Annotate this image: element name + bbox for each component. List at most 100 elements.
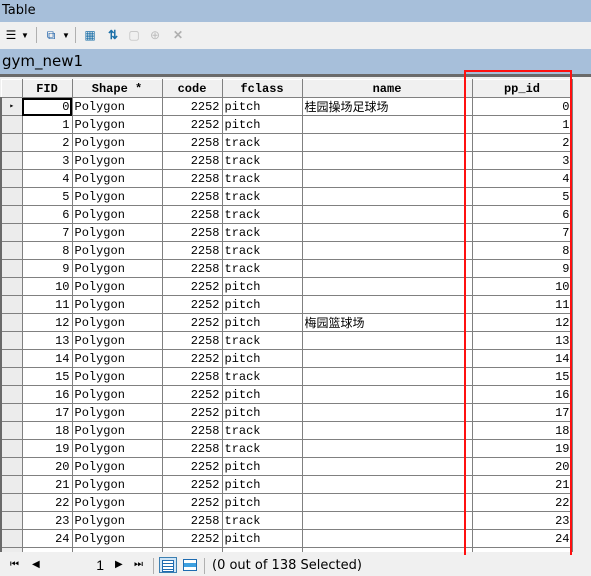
- cell-code[interactable]: 2258: [161, 259, 223, 278]
- cell-code[interactable]: 2252: [161, 313, 223, 332]
- cell-fid[interactable]: 8: [21, 241, 73, 260]
- row-selector[interactable]: [0, 511, 23, 530]
- cell-fclass[interactable]: track: [221, 223, 303, 242]
- row-selector[interactable]: [0, 133, 23, 152]
- cell-code[interactable]: 2258: [161, 205, 223, 224]
- previous-record-button[interactable]: ◀: [32, 559, 40, 570]
- row-selector[interactable]: [0, 403, 23, 422]
- row-selector[interactable]: [0, 529, 23, 548]
- cell-code[interactable]: 2258: [161, 223, 223, 242]
- cell-name[interactable]: [301, 223, 473, 242]
- table-row[interactable]: 23 Polygon 2258 track 23: [0, 511, 573, 530]
- cell-fclass[interactable]: track: [221, 205, 303, 224]
- row-selector[interactable]: [0, 475, 23, 494]
- cell-fclass[interactable]: track: [221, 187, 303, 206]
- column-header-fid[interactable]: FID: [21, 79, 73, 98]
- column-header-fclass[interactable]: fclass: [221, 79, 303, 98]
- row-selector[interactable]: [0, 241, 23, 260]
- row-selector[interactable]: [0, 295, 23, 314]
- cell-pp-id[interactable]: 2: [471, 133, 573, 152]
- cell-shape[interactable]: Polygon: [71, 187, 163, 206]
- cell-code[interactable]: 2252: [161, 385, 223, 404]
- row-selector[interactable]: [0, 259, 23, 278]
- cell-fclass[interactable]: pitch: [221, 475, 303, 494]
- cell-shape[interactable]: Polygon: [71, 259, 163, 278]
- cell-code[interactable]: 2252: [161, 475, 223, 494]
- cell-pp-id[interactable]: 10: [471, 277, 573, 296]
- cell-shape[interactable]: Polygon: [71, 457, 163, 476]
- cell-fclass[interactable]: pitch: [221, 97, 303, 116]
- cell-fclass[interactable]: pitch: [221, 295, 303, 314]
- cell-pp-id[interactable]: 11: [471, 295, 573, 314]
- cell-fclass[interactable]: pitch: [221, 493, 303, 512]
- cell-name[interactable]: [301, 295, 473, 314]
- row-selector[interactable]: [0, 493, 23, 512]
- cell-code[interactable]: 2252: [161, 97, 223, 116]
- column-header-shape[interactable]: Shape *: [71, 79, 163, 98]
- cell-name[interactable]: [301, 367, 473, 386]
- cell-name[interactable]: [301, 277, 473, 296]
- cell-fid[interactable]: 14: [21, 349, 73, 368]
- cell-pp-id[interactable]: 19: [471, 439, 573, 458]
- cell-shape[interactable]: Polygon: [71, 241, 163, 260]
- cell-code[interactable]: 2252: [161, 529, 223, 548]
- cell-code[interactable]: 2258: [161, 421, 223, 440]
- table-row[interactable]: 21 Polygon 2252 pitch 21: [0, 475, 573, 494]
- cell-fclass[interactable]: pitch: [221, 277, 303, 296]
- cell-name[interactable]: 梅园篮球场: [301, 313, 473, 332]
- cell-shape[interactable]: Polygon: [71, 421, 163, 440]
- row-selector[interactable]: [0, 421, 23, 440]
- cell-pp-id[interactable]: 23: [471, 511, 573, 530]
- cell-pp-id[interactable]: 12: [471, 313, 573, 332]
- cell-fclass[interactable]: pitch: [221, 385, 303, 404]
- column-header-code[interactable]: code: [161, 79, 223, 98]
- cell-pp-id[interactable]: 7: [471, 223, 573, 242]
- table-row[interactable]: 22 Polygon 2252 pitch 22: [0, 493, 573, 512]
- cell-name[interactable]: [301, 241, 473, 260]
- last-record-button[interactable]: ⏭: [134, 559, 143, 570]
- table-row[interactable]: 13 Polygon 2258 track 13: [0, 331, 573, 350]
- cell-shape[interactable]: Polygon: [71, 367, 163, 386]
- cell-pp-id[interactable]: 21: [471, 475, 573, 494]
- cell-fid[interactable]: 0: [21, 97, 73, 116]
- table-row[interactable]: 18 Polygon 2258 track 18: [0, 421, 573, 440]
- row-selector[interactable]: [0, 313, 23, 332]
- row-selector[interactable]: [0, 385, 23, 404]
- column-header-pp-id[interactable]: pp_id: [471, 79, 573, 98]
- cell-fclass[interactable]: track: [221, 169, 303, 188]
- cell-name[interactable]: [301, 187, 473, 206]
- cell-pp-id[interactable]: 15: [471, 367, 573, 386]
- cell-shape[interactable]: Polygon: [71, 295, 163, 314]
- cell-pp-id[interactable]: 3: [471, 151, 573, 170]
- cell-fclass[interactable]: pitch: [221, 403, 303, 422]
- table-row[interactable]: ▸ 0 Polygon 2252 pitch 桂园操场足球场 0: [0, 97, 573, 116]
- cell-code[interactable]: 2258: [161, 241, 223, 260]
- cell-name[interactable]: [301, 421, 473, 440]
- cell-pp-id[interactable]: 18: [471, 421, 573, 440]
- cell-shape[interactable]: Polygon: [71, 475, 163, 494]
- current-record-field[interactable]: 1: [60, 557, 104, 575]
- cell-shape[interactable]: Polygon: [71, 97, 163, 116]
- cell-fclass[interactable]: track: [221, 421, 303, 440]
- cell-fid[interactable]: 22: [21, 493, 73, 512]
- cell-fid[interactable]: 12: [21, 313, 73, 332]
- cell-code[interactable]: 2258: [161, 331, 223, 350]
- row-selector[interactable]: [0, 457, 23, 476]
- cell-fclass[interactable]: pitch: [221, 115, 303, 134]
- table-row[interactable]: 16 Polygon 2252 pitch 16: [0, 385, 573, 404]
- cell-shape[interactable]: Polygon: [71, 223, 163, 242]
- table-row[interactable]: 3 Polygon 2258 track 3: [0, 151, 573, 170]
- table-row[interactable]: 5 Polygon 2258 track 5: [0, 187, 573, 206]
- table-row[interactable]: 8 Polygon 2258 track 8: [0, 241, 573, 260]
- cell-fid[interactable]: 4: [21, 169, 73, 188]
- next-record-button[interactable]: ▶: [115, 559, 123, 570]
- table-row[interactable]: 1 Polygon 2252 pitch 1: [0, 115, 573, 134]
- cell-shape[interactable]: Polygon: [71, 331, 163, 350]
- table-row[interactable]: 4 Polygon 2258 track 4: [0, 169, 573, 188]
- row-selector[interactable]: [0, 277, 23, 296]
- cell-fid[interactable]: 20: [21, 457, 73, 476]
- cell-name[interactable]: [301, 349, 473, 368]
- cell-code[interactable]: 2258: [161, 151, 223, 170]
- chevron-down-icon[interactable]: ▼: [61, 26, 71, 44]
- cell-fclass[interactable]: track: [221, 367, 303, 386]
